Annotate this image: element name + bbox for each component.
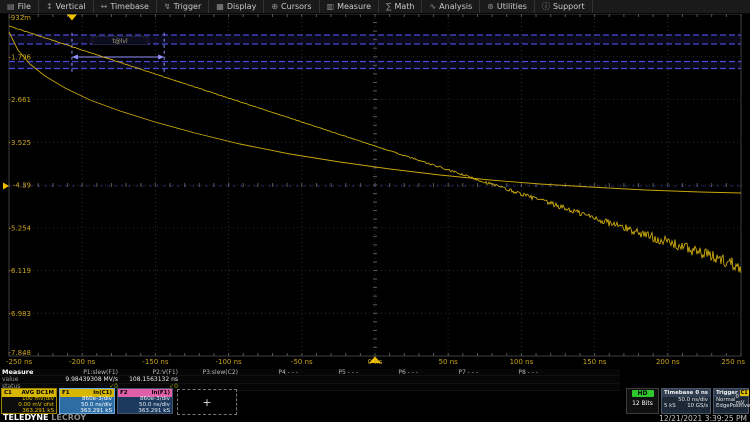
cursors-icon: ⊕ (271, 3, 278, 11)
x-axis-label: 0 ns (368, 358, 383, 366)
y-axis-label: -2.661 (8, 96, 31, 104)
menu-item-label: Measure (337, 2, 371, 11)
measure-param-header-p3[interactable]: P3:slew(C2) (178, 369, 238, 376)
menu-item-label: Cursors (281, 2, 311, 11)
menubar: ▤File↕Vertical↔Timebase↯Trigger▦Display⊕… (0, 0, 750, 14)
measure-param-header-p4[interactable]: P4 - - - (238, 369, 298, 376)
menu-item-analysis[interactable]: ∿Analysis (422, 0, 480, 13)
x-axis-label: 250 ns (721, 358, 745, 366)
measure-param-header-p2[interactable]: P2:V(F1) (118, 369, 178, 376)
utilities-icon: ⊛ (487, 3, 494, 11)
timebase-title: Timebase (664, 390, 693, 396)
menu-item-display[interactable]: ▦Display (209, 0, 264, 13)
y-axis-label: -932m (8, 14, 31, 22)
menu-item-math[interactable]: ∑Math (379, 0, 422, 13)
analysis-icon: ∿ (429, 3, 436, 11)
timebase-sample-rate: 10 GS/s (687, 403, 708, 409)
measure-param-header-p5[interactable]: P5 - - - (298, 369, 358, 376)
channel-id-f1: F1 (62, 390, 70, 396)
menu-item-label: Timebase (110, 2, 149, 11)
file-icon: ▤ (7, 3, 15, 11)
measure-title: Measure (0, 368, 58, 376)
display-icon: ▦ (216, 3, 224, 11)
timebase-offset: 0 ns (695, 390, 708, 396)
x-axis-label: 150 ns (583, 358, 607, 366)
menu-item-utilities[interactable]: ⊛Utilities (480, 0, 535, 13)
y-axis-label: -7.848 (8, 349, 31, 357)
channel-box-f1[interactable]: F1ln(C1)860e-3/div50.0 ns/div363.291 kS (59, 388, 115, 414)
y-axis-label: -6.983 (8, 310, 31, 318)
menu-item-label: Support (553, 2, 585, 11)
x-axis-label: -200 ns (69, 358, 96, 366)
y-axis-label: -1.796 (8, 53, 31, 61)
datetime: 12/21/2021 3:39:25 PM (659, 414, 747, 422)
timebase-icon: ↔ (101, 3, 108, 11)
waveform-display[interactable]: t@lvl -932m -1.796 -2.661 -3.525 -4.39 -5.254 -… (0, 0, 750, 370)
trigger-title: Trigger (716, 390, 738, 396)
oscilloscope-screen: ▤File↕Vertical↔Timebase↯Trigger▦Display⊕… (0, 0, 750, 422)
menu-item-label: Utilities (497, 2, 527, 11)
hd-mode-box[interactable]: HD 12 Bits (626, 388, 659, 414)
menu-item-file[interactable]: ▤File (0, 0, 39, 13)
menu-item-timebase[interactable]: ↔Timebase (94, 0, 157, 13)
menu-item-vertical[interactable]: ↕Vertical (39, 0, 94, 13)
measure-value-label: value (0, 376, 58, 383)
x-axis-label: -150 ns (142, 358, 169, 366)
x-axis-label: 200 ns (656, 358, 680, 366)
add-trace-button[interactable]: + (177, 389, 237, 415)
channel-id-f2: F2 (120, 390, 128, 396)
measure-param-value-p2: 108.1563132 ns (118, 376, 178, 383)
menu-item-label: Vertical (56, 2, 86, 11)
hd-bits: 12 Bits (627, 400, 658, 407)
y-axis-label: -4.39 (13, 182, 31, 190)
hd-badge: HD (632, 390, 654, 397)
menu-item-trigger[interactable]: ↯Trigger (157, 0, 209, 13)
gate-label-text: t@lvl (112, 38, 128, 45)
trigger-icon: ↯ (164, 3, 171, 11)
x-axis-label: -250 ns (6, 358, 33, 366)
support-icon: ⓘ (542, 3, 550, 11)
x-axis-label: 50 ns (439, 358, 459, 366)
x-axis-label: 100 ns (510, 358, 534, 366)
x-axis-label: -100 ns (215, 358, 242, 366)
measure-param-value-p1: 9.98439308 MV/s (58, 376, 118, 383)
channel-box-f2[interactable]: F2ln(F1)860e-3/div50.0 ns/div363.291 kS (117, 388, 173, 414)
vertical-icon: ↕ (46, 3, 53, 11)
menu-item-label: Math (394, 2, 414, 11)
measure-icon: ▥ (327, 3, 335, 11)
channel-setting-line-2: 363.291 kS (118, 409, 172, 415)
menu-item-measure[interactable]: ▥Measure (320, 0, 380, 13)
menu-item-label: Trigger (174, 2, 202, 11)
y-axis-label: -5.254 (8, 224, 31, 232)
measure-param-header-p8[interactable]: P8 - - - (478, 369, 538, 376)
menu-item-support[interactable]: ⓘSupport (535, 0, 593, 13)
menu-item-cursors[interactable]: ⊕Cursors (264, 0, 319, 13)
timebase-box[interactable]: Timebase 0 ns 50.0 ns/div 5 kS 10 GS/s (661, 388, 711, 414)
measure-param-header-p7[interactable]: P7 - - - (418, 369, 478, 376)
menu-item-label: File (18, 2, 31, 11)
math-icon: ∑ (386, 3, 391, 11)
brand-logo: TELEDYNE LECROY (3, 413, 86, 422)
menu-item-label: Analysis (439, 2, 472, 11)
menu-item-label: Display (227, 2, 257, 11)
y-axis-label: -6.119 (8, 267, 31, 275)
y-axis-label: -3.525 (8, 139, 31, 147)
trigger-slope: Positive (730, 403, 750, 409)
measure-param-header-p6[interactable]: P6 - - - (358, 369, 418, 376)
brand-lecroy: LECROY (51, 413, 86, 422)
trigger-box[interactable]: Trigger C1 DC Normal 0 mV Edge Positive (713, 388, 749, 414)
channel-id-c1: C1 (4, 390, 12, 396)
channel-box-c1[interactable]: C1AVG DC1M100 mV/div0.00 mV ofst363.291 … (1, 388, 57, 414)
timebase-memory: 5 kS (664, 403, 676, 409)
x-axis-label: -50 ns (291, 358, 313, 366)
brand-teledyne: TELEDYNE (3, 413, 49, 422)
measure-param-header-p1[interactable]: P1:slew(F1) (58, 369, 118, 376)
trigger-type: Edge (716, 403, 730, 409)
